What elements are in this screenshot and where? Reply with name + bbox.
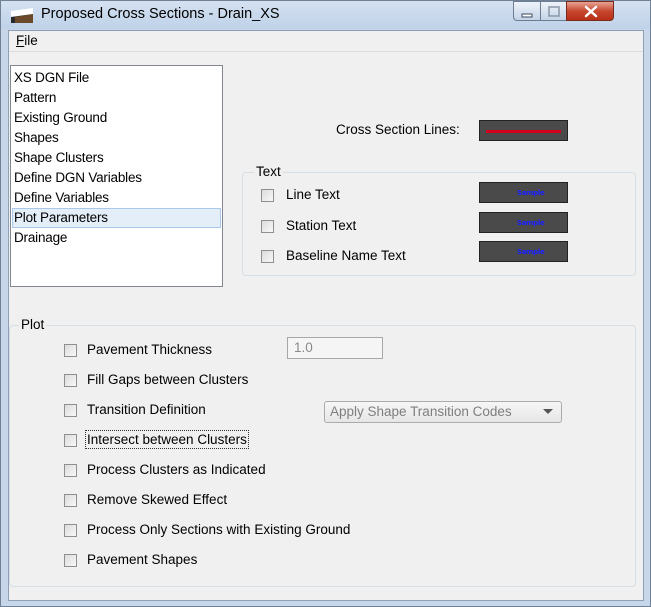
list-item-shape-clusters[interactable]: Shape Clusters	[12, 148, 221, 168]
pavement-shapes-label: Pavement Shapes	[87, 552, 198, 567]
menu-file[interactable]: File	[13, 33, 41, 48]
line-text-label: Line Text	[286, 187, 340, 202]
minimize-icon	[521, 13, 533, 18]
close-button[interactable]	[566, 1, 614, 21]
intersect-between-clusters-checkbox[interactable]	[64, 434, 77, 447]
list-item-define-variables[interactable]: Define Variables	[12, 188, 221, 208]
app-flag-icon	[11, 8, 33, 23]
process-existing-ground-checkbox[interactable]	[64, 524, 77, 537]
pavement-thickness-label: Pavement Thickness	[87, 342, 213, 357]
list-item-xs-dgn-file[interactable]: XS DGN File	[12, 68, 221, 88]
plot-group-legend: Plot	[19, 317, 47, 332]
baseline-name-text-symbology-button[interactable]: Sample	[479, 241, 568, 262]
remove-skewed-effect-label: Remove Skewed Effect	[87, 492, 228, 507]
process-existing-ground-label: Process Only Sections with Existing Grou…	[87, 522, 351, 537]
process-clusters-indicated-label: Process Clusters as Indicated	[87, 462, 266, 477]
fill-gaps-label: Fill Gaps between Clusters	[87, 372, 249, 387]
baseline-name-text-checkbox[interactable]	[261, 250, 274, 263]
transition-definition-label: Transition Definition	[87, 402, 206, 417]
process-clusters-indicated-checkbox[interactable]	[64, 464, 77, 477]
station-text-checkbox[interactable]	[261, 220, 274, 233]
cross-section-lines-swatch[interactable]	[479, 120, 568, 141]
maximize-icon	[548, 6, 560, 17]
chevron-down-icon	[543, 409, 553, 414]
menu-bar: File	[9, 31, 643, 52]
menu-file-label: ile	[24, 33, 38, 48]
intersect-between-clusters-label: Intersect between Clusters	[85, 430, 249, 449]
station-text-label: Station Text	[286, 218, 357, 233]
title-bar[interactable]: Proposed Cross Sections - Drain_XS	[1, 1, 650, 29]
list-item-shapes[interactable]: Shapes	[12, 128, 221, 148]
menu-file-mnemonic: F	[16, 33, 25, 48]
window-title: Proposed Cross Sections - Drain_XS	[41, 6, 280, 22]
close-icon	[584, 5, 598, 18]
pavement-shapes-checkbox[interactable]	[64, 554, 77, 567]
line-color-preview	[486, 130, 561, 133]
line-text-checkbox[interactable]	[261, 189, 274, 202]
dialog-window: Proposed Cross Sections - Drain_XS File …	[0, 0, 651, 607]
station-text-symbology-button[interactable]: Sample	[479, 212, 568, 233]
baseline-name-text-label: Baseline Name Text	[286, 248, 406, 263]
list-item-plot-parameters[interactable]: Plot Parameters	[12, 208, 221, 228]
baseline-name-text-sample: Sample	[517, 248, 545, 256]
station-text-sample: Sample	[517, 219, 545, 227]
pavement-thickness-input[interactable]: 1.0	[287, 337, 383, 359]
text-group-legend: Text	[254, 164, 283, 179]
list-item-drainage[interactable]: Drainage	[12, 228, 221, 248]
line-text-sample: Sample	[517, 189, 545, 197]
list-item-define-dgn-variables[interactable]: Define DGN Variables	[12, 168, 221, 188]
fill-gaps-checkbox[interactable]	[64, 374, 77, 387]
maximize-button[interactable]	[540, 1, 567, 21]
list-item-existing-ground[interactable]: Existing Ground	[12, 108, 221, 128]
category-list[interactable]: XS DGN File Pattern Existing Ground Shap…	[10, 65, 223, 287]
plot-group: Plot	[9, 317, 636, 587]
client-area: File XS DGN File Pattern Existing Ground…	[8, 30, 644, 601]
transition-definition-dropdown[interactable]: Apply Shape Transition Codes	[324, 401, 562, 423]
remove-skewed-effect-checkbox[interactable]	[64, 494, 77, 507]
transition-definition-value: Apply Shape Transition Codes	[330, 404, 512, 419]
minimize-button[interactable]	[513, 1, 541, 21]
transition-definition-checkbox[interactable]	[64, 404, 77, 417]
cross-section-lines-label: Cross Section Lines:	[336, 122, 460, 137]
pavement-thickness-checkbox[interactable]	[64, 344, 77, 357]
list-item-pattern[interactable]: Pattern	[12, 88, 221, 108]
line-text-symbology-button[interactable]: Sample	[479, 182, 568, 203]
